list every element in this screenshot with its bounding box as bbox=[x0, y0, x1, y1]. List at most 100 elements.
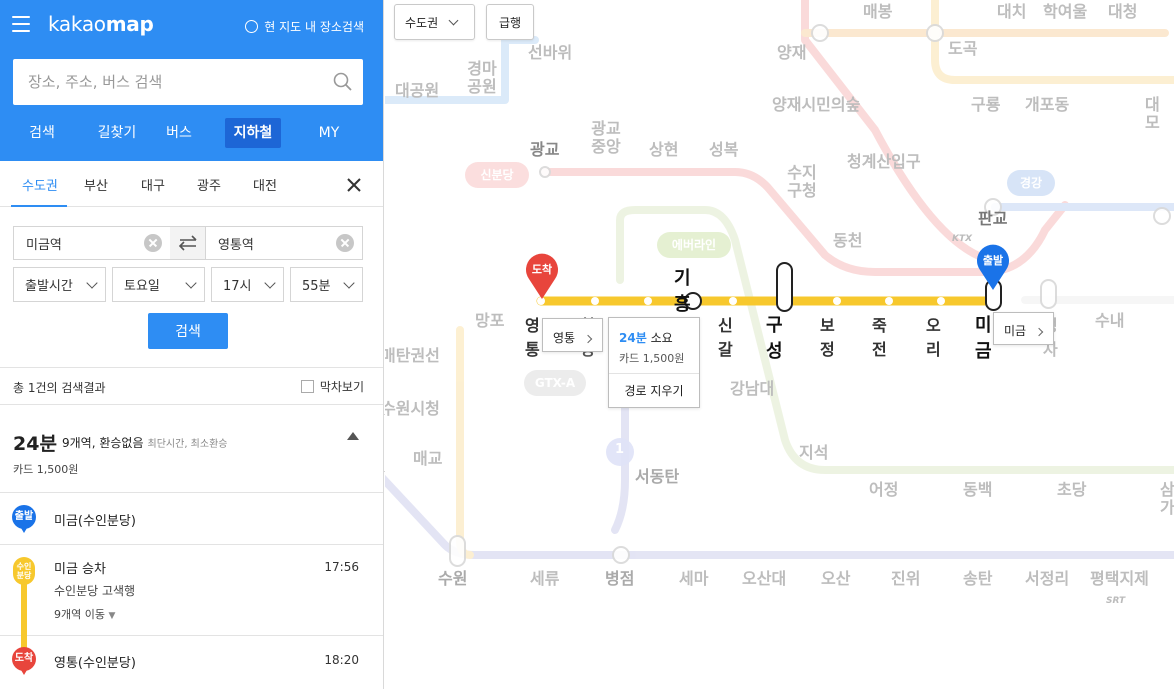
line-badge[interactable]: 신분당 bbox=[465, 162, 529, 188]
map-label[interactable]: 선바위 bbox=[528, 43, 572, 62]
map-label[interactable]: 초당 bbox=[1057, 480, 1086, 499]
map-label[interactable]: 세마 bbox=[679, 569, 708, 588]
map-label[interactable]: 동천 bbox=[833, 231, 862, 250]
map-label[interactable]: 매교 bbox=[413, 449, 442, 468]
line-badge[interactable]: 에버라인 bbox=[657, 232, 731, 258]
hour-select[interactable]: 17시 bbox=[211, 267, 284, 302]
map-label[interactable]: 수원 bbox=[438, 569, 467, 588]
clear-end-icon[interactable] bbox=[336, 234, 354, 252]
subway-map[interactable]: 양재 양재시민의숲 청계산입구 매봉 도곡 대치 학여울 대청 구룡 개포동 대… bbox=[385, 0, 1174, 689]
tab-subway[interactable]: 지하철 bbox=[225, 118, 281, 148]
line-badge[interactable]: 경강 bbox=[1007, 170, 1055, 196]
tab-search[interactable]: 검색 bbox=[28, 118, 56, 148]
here-search-toggle[interactable]: 현 지도 내 장소검색 bbox=[245, 18, 364, 35]
region-tab-busan[interactable]: 부산 bbox=[84, 175, 108, 194]
route-search-button[interactable]: 검색 bbox=[148, 313, 228, 349]
map-label[interactable]: 세류 bbox=[530, 569, 559, 588]
map-label[interactable]: 어정 bbox=[869, 480, 898, 499]
region-select[interactable]: 수도권 bbox=[394, 4, 475, 40]
station-label-ori[interactable]: 오리 bbox=[926, 312, 941, 360]
search-icon[interactable] bbox=[323, 59, 363, 105]
station-label-bojeong[interactable]: 보정 bbox=[820, 312, 835, 360]
region-tab-capital[interactable]: 수도권 bbox=[22, 175, 58, 194]
region-tab-gwangju[interactable]: 광주 bbox=[197, 175, 221, 194]
map-label[interactable]: 병점 bbox=[605, 569, 634, 588]
tab-bus[interactable]: 버스 bbox=[165, 118, 193, 148]
station-label-yeongtong[interactable]: 영통 bbox=[525, 312, 540, 360]
step-end[interactable]: 도착 영통(수인분당) 18:20 bbox=[0, 636, 383, 689]
map-label[interactable]: 대공원 bbox=[395, 81, 439, 100]
time-mode-select[interactable]: 출발시간 bbox=[13, 267, 106, 302]
end-station-popup[interactable]: 영통 bbox=[542, 318, 603, 352]
menu-icon[interactable] bbox=[12, 16, 30, 32]
step-start[interactable]: 출발 미금(수인분당) bbox=[0, 493, 383, 545]
map-label[interactable]: 청계산입구 bbox=[847, 152, 921, 171]
step-board[interactable]: 수인분당 미금 승차 17:56 수인분당 고색행 9개역 이동 ▼ bbox=[0, 545, 383, 636]
map-label[interactable]: 양재 bbox=[777, 43, 806, 62]
station-label-migeum[interactable]: 미금 bbox=[975, 311, 992, 363]
map-label[interactable]: 광교중앙 bbox=[589, 119, 623, 157]
region-tab-daejeon[interactable]: 대전 bbox=[253, 175, 277, 194]
clear-start-icon[interactable] bbox=[144, 234, 162, 252]
end-marker[interactable]: 도착 bbox=[524, 252, 560, 300]
map-label[interactable]: 동백 bbox=[963, 480, 992, 499]
tab-my[interactable]: MY bbox=[318, 118, 340, 148]
info-fare: 카드 1,500원 bbox=[619, 352, 685, 365]
clear-route-button[interactable]: 경로 지우기 bbox=[609, 375, 699, 407]
station-label-giheung[interactable]: 기흥 bbox=[674, 264, 691, 316]
map-label[interactable]: 도곡 bbox=[948, 39, 977, 58]
minute-select[interactable]: 55분 bbox=[290, 267, 363, 302]
day-select[interactable]: 토요일 bbox=[112, 267, 205, 302]
last-train-toggle[interactable]: 막차보기 bbox=[300, 378, 364, 395]
map-label[interactable]: 판교 bbox=[978, 209, 1007, 228]
map-label[interactable]: 매봉 bbox=[863, 2, 892, 21]
map-label[interactable]: 진위 bbox=[891, 569, 920, 588]
map-label[interactable]: 수내 bbox=[1095, 311, 1124, 330]
logo[interactable]: kakaomap bbox=[48, 12, 154, 36]
map-label[interactable]: 성복 bbox=[709, 140, 738, 159]
map-label[interactable]: 양재시민의숲 bbox=[772, 95, 860, 114]
map-label[interactable]: 오산대 bbox=[742, 569, 786, 588]
swap-button[interactable] bbox=[170, 226, 206, 260]
collapse-icon[interactable] bbox=[347, 432, 359, 440]
line-1-badge[interactable]: 1 bbox=[615, 442, 624, 458]
tab-directions[interactable]: 길찾기 bbox=[96, 118, 138, 148]
close-icon[interactable] bbox=[345, 176, 363, 194]
map-label[interactable]: 대모 bbox=[1145, 95, 1174, 133]
map-label[interactable]: 송탄 bbox=[963, 569, 992, 588]
map-label[interactable]: 평택지제 bbox=[1090, 569, 1149, 588]
stops-toggle[interactable]: 9개역 이동 ▼ bbox=[54, 606, 115, 622]
route-summary[interactable]: 24분 9개역, 환승없음 최단시간, 최소환승 카드 1,500원 bbox=[0, 405, 383, 493]
map-label[interactable]: 구룡 bbox=[971, 95, 1000, 114]
express-button[interactable]: 급행 bbox=[486, 4, 534, 40]
map-label[interactable]: 수지구청 bbox=[785, 163, 819, 201]
start-station-field[interactable]: 미금역 bbox=[13, 226, 171, 260]
station-label-jukjeon[interactable]: 죽전 bbox=[872, 312, 887, 360]
map-label[interactable]: 매탄권선 bbox=[385, 346, 440, 365]
map-label[interactable]: 오산 bbox=[821, 569, 850, 588]
station-label-guseong[interactable]: 구성 bbox=[766, 311, 783, 363]
map-label[interactable]: 경마공원 bbox=[465, 59, 499, 97]
last-train-checkbox[interactable] bbox=[300, 380, 314, 393]
map-label[interactable]: 상현 bbox=[649, 140, 678, 159]
chevron-down-icon bbox=[448, 15, 459, 25]
map-label[interactable]: 학여울 bbox=[1043, 2, 1087, 21]
map-label[interactable]: 대치 bbox=[997, 2, 1026, 21]
map-label[interactable]: 지석 bbox=[799, 443, 828, 462]
map-label[interactable]: 삼가 bbox=[1160, 480, 1174, 518]
map-label[interactable]: 수원시청 bbox=[385, 399, 440, 418]
map-label[interactable]: 광교 bbox=[530, 140, 559, 159]
start-station-popup[interactable]: 미금 bbox=[993, 312, 1054, 345]
map-label[interactable]: 서동탄 bbox=[635, 467, 679, 486]
map-label[interactable]: 서정리 bbox=[1025, 569, 1069, 588]
start-marker[interactable]: 출발 bbox=[975, 243, 1011, 291]
map-label[interactable]: 개포동 bbox=[1025, 95, 1069, 114]
search-input[interactable] bbox=[13, 59, 323, 105]
map-label[interactable]: 대청 bbox=[1108, 2, 1137, 21]
region-tab-daegu[interactable]: 대구 bbox=[141, 175, 165, 194]
end-station-field[interactable]: 영통역 bbox=[205, 226, 363, 260]
line-badge[interactable]: GTX-A bbox=[524, 370, 586, 396]
map-label[interactable]: 강남대 bbox=[730, 379, 774, 398]
station-label-singal[interactable]: 신갈 bbox=[718, 312, 733, 360]
map-label[interactable]: 망포 bbox=[475, 311, 504, 330]
